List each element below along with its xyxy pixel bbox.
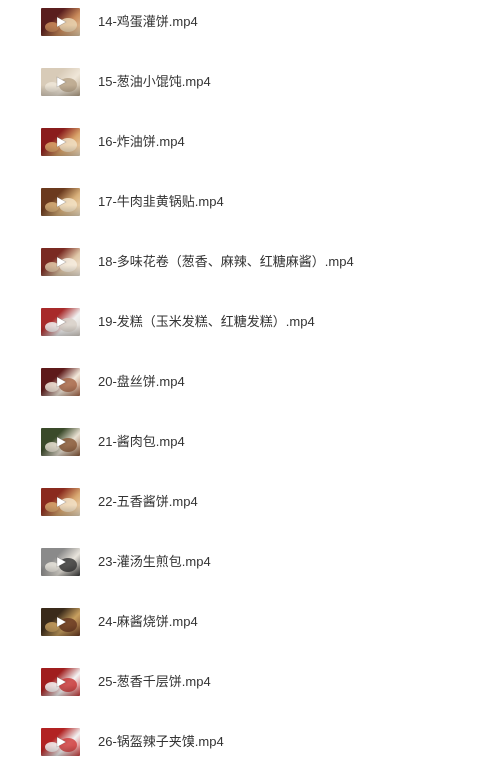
file-row[interactable]: 21-酱肉包.mp4 bbox=[0, 422, 496, 462]
file-name[interactable]: 19-发糕（玉米发糕、红糖发糕）.mp4 bbox=[98, 313, 315, 331]
file-name[interactable]: 15-葱油小馄饨.mp4 bbox=[98, 73, 211, 91]
video-thumbnail[interactable] bbox=[41, 8, 80, 36]
video-thumbnail[interactable] bbox=[41, 668, 80, 696]
play-icon[interactable] bbox=[55, 196, 67, 208]
file-row[interactable]: 16-炸油饼.mp4 bbox=[0, 122, 496, 162]
video-thumbnail[interactable] bbox=[41, 308, 80, 336]
file-row[interactable]: 14-鸡蛋灌饼.mp4 bbox=[0, 2, 496, 42]
video-thumbnail[interactable] bbox=[41, 608, 80, 636]
play-icon[interactable] bbox=[55, 436, 67, 448]
play-icon[interactable] bbox=[55, 316, 67, 328]
play-icon[interactable] bbox=[55, 256, 67, 268]
play-icon[interactable] bbox=[55, 616, 67, 628]
video-thumbnail[interactable] bbox=[41, 128, 80, 156]
video-thumbnail[interactable] bbox=[41, 188, 80, 216]
play-icon[interactable] bbox=[55, 556, 67, 568]
play-icon[interactable] bbox=[55, 736, 67, 748]
video-thumbnail[interactable] bbox=[41, 728, 80, 756]
file-name[interactable]: 25-葱香千层饼.mp4 bbox=[98, 673, 211, 691]
file-list: 14-鸡蛋灌饼.mp4 15-葱油小馄饨.mp4 16-炸油饼.mp4 17-牛肉韭黄… bbox=[0, 0, 496, 784]
file-row[interactable]: 23-灌汤生煎包.mp4 bbox=[0, 542, 496, 582]
file-name[interactable]: 18-多味花卷（葱香、麻辣、红糖麻酱）.mp4 bbox=[98, 253, 354, 271]
file-row[interactable]: 17-牛肉韭黄锅贴.mp4 bbox=[0, 182, 496, 222]
video-thumbnail[interactable] bbox=[41, 488, 80, 516]
play-icon[interactable] bbox=[55, 136, 67, 148]
file-row[interactable]: 19-发糕（玉米发糕、红糖发糕）.mp4 bbox=[0, 302, 496, 342]
file-name[interactable]: 14-鸡蛋灌饼.mp4 bbox=[98, 13, 198, 31]
file-row[interactable]: 15-葱油小馄饨.mp4 bbox=[0, 62, 496, 102]
file-name[interactable]: 22-五香酱饼.mp4 bbox=[98, 493, 198, 511]
file-name[interactable]: 17-牛肉韭黄锅贴.mp4 bbox=[98, 193, 224, 211]
file-name[interactable]: 24-麻酱烧饼.mp4 bbox=[98, 613, 198, 631]
file-name[interactable]: 21-酱肉包.mp4 bbox=[98, 433, 185, 451]
file-row[interactable]: 18-多味花卷（葱香、麻辣、红糖麻酱）.mp4 bbox=[0, 242, 496, 282]
play-icon[interactable] bbox=[55, 676, 67, 688]
video-thumbnail[interactable] bbox=[41, 428, 80, 456]
file-name[interactable]: 23-灌汤生煎包.mp4 bbox=[98, 553, 211, 571]
video-thumbnail[interactable] bbox=[41, 548, 80, 576]
file-name[interactable]: 26-锅盔辣子夹馍.mp4 bbox=[98, 733, 224, 751]
video-thumbnail[interactable] bbox=[41, 368, 80, 396]
play-icon[interactable] bbox=[55, 496, 67, 508]
file-row[interactable]: 22-五香酱饼.mp4 bbox=[0, 482, 496, 522]
file-name[interactable]: 20-盘丝饼.mp4 bbox=[98, 373, 185, 391]
file-row[interactable]: 25-葱香千层饼.mp4 bbox=[0, 662, 496, 702]
video-thumbnail[interactable] bbox=[41, 248, 80, 276]
file-row[interactable]: 26-锅盔辣子夹馍.mp4 bbox=[0, 722, 496, 762]
file-row[interactable]: 24-麻酱烧饼.mp4 bbox=[0, 602, 496, 642]
play-icon[interactable] bbox=[55, 76, 67, 88]
file-name[interactable]: 16-炸油饼.mp4 bbox=[98, 133, 185, 151]
play-icon[interactable] bbox=[55, 376, 67, 388]
play-icon[interactable] bbox=[55, 16, 67, 28]
file-row[interactable]: 20-盘丝饼.mp4 bbox=[0, 362, 496, 402]
video-thumbnail[interactable] bbox=[41, 68, 80, 96]
